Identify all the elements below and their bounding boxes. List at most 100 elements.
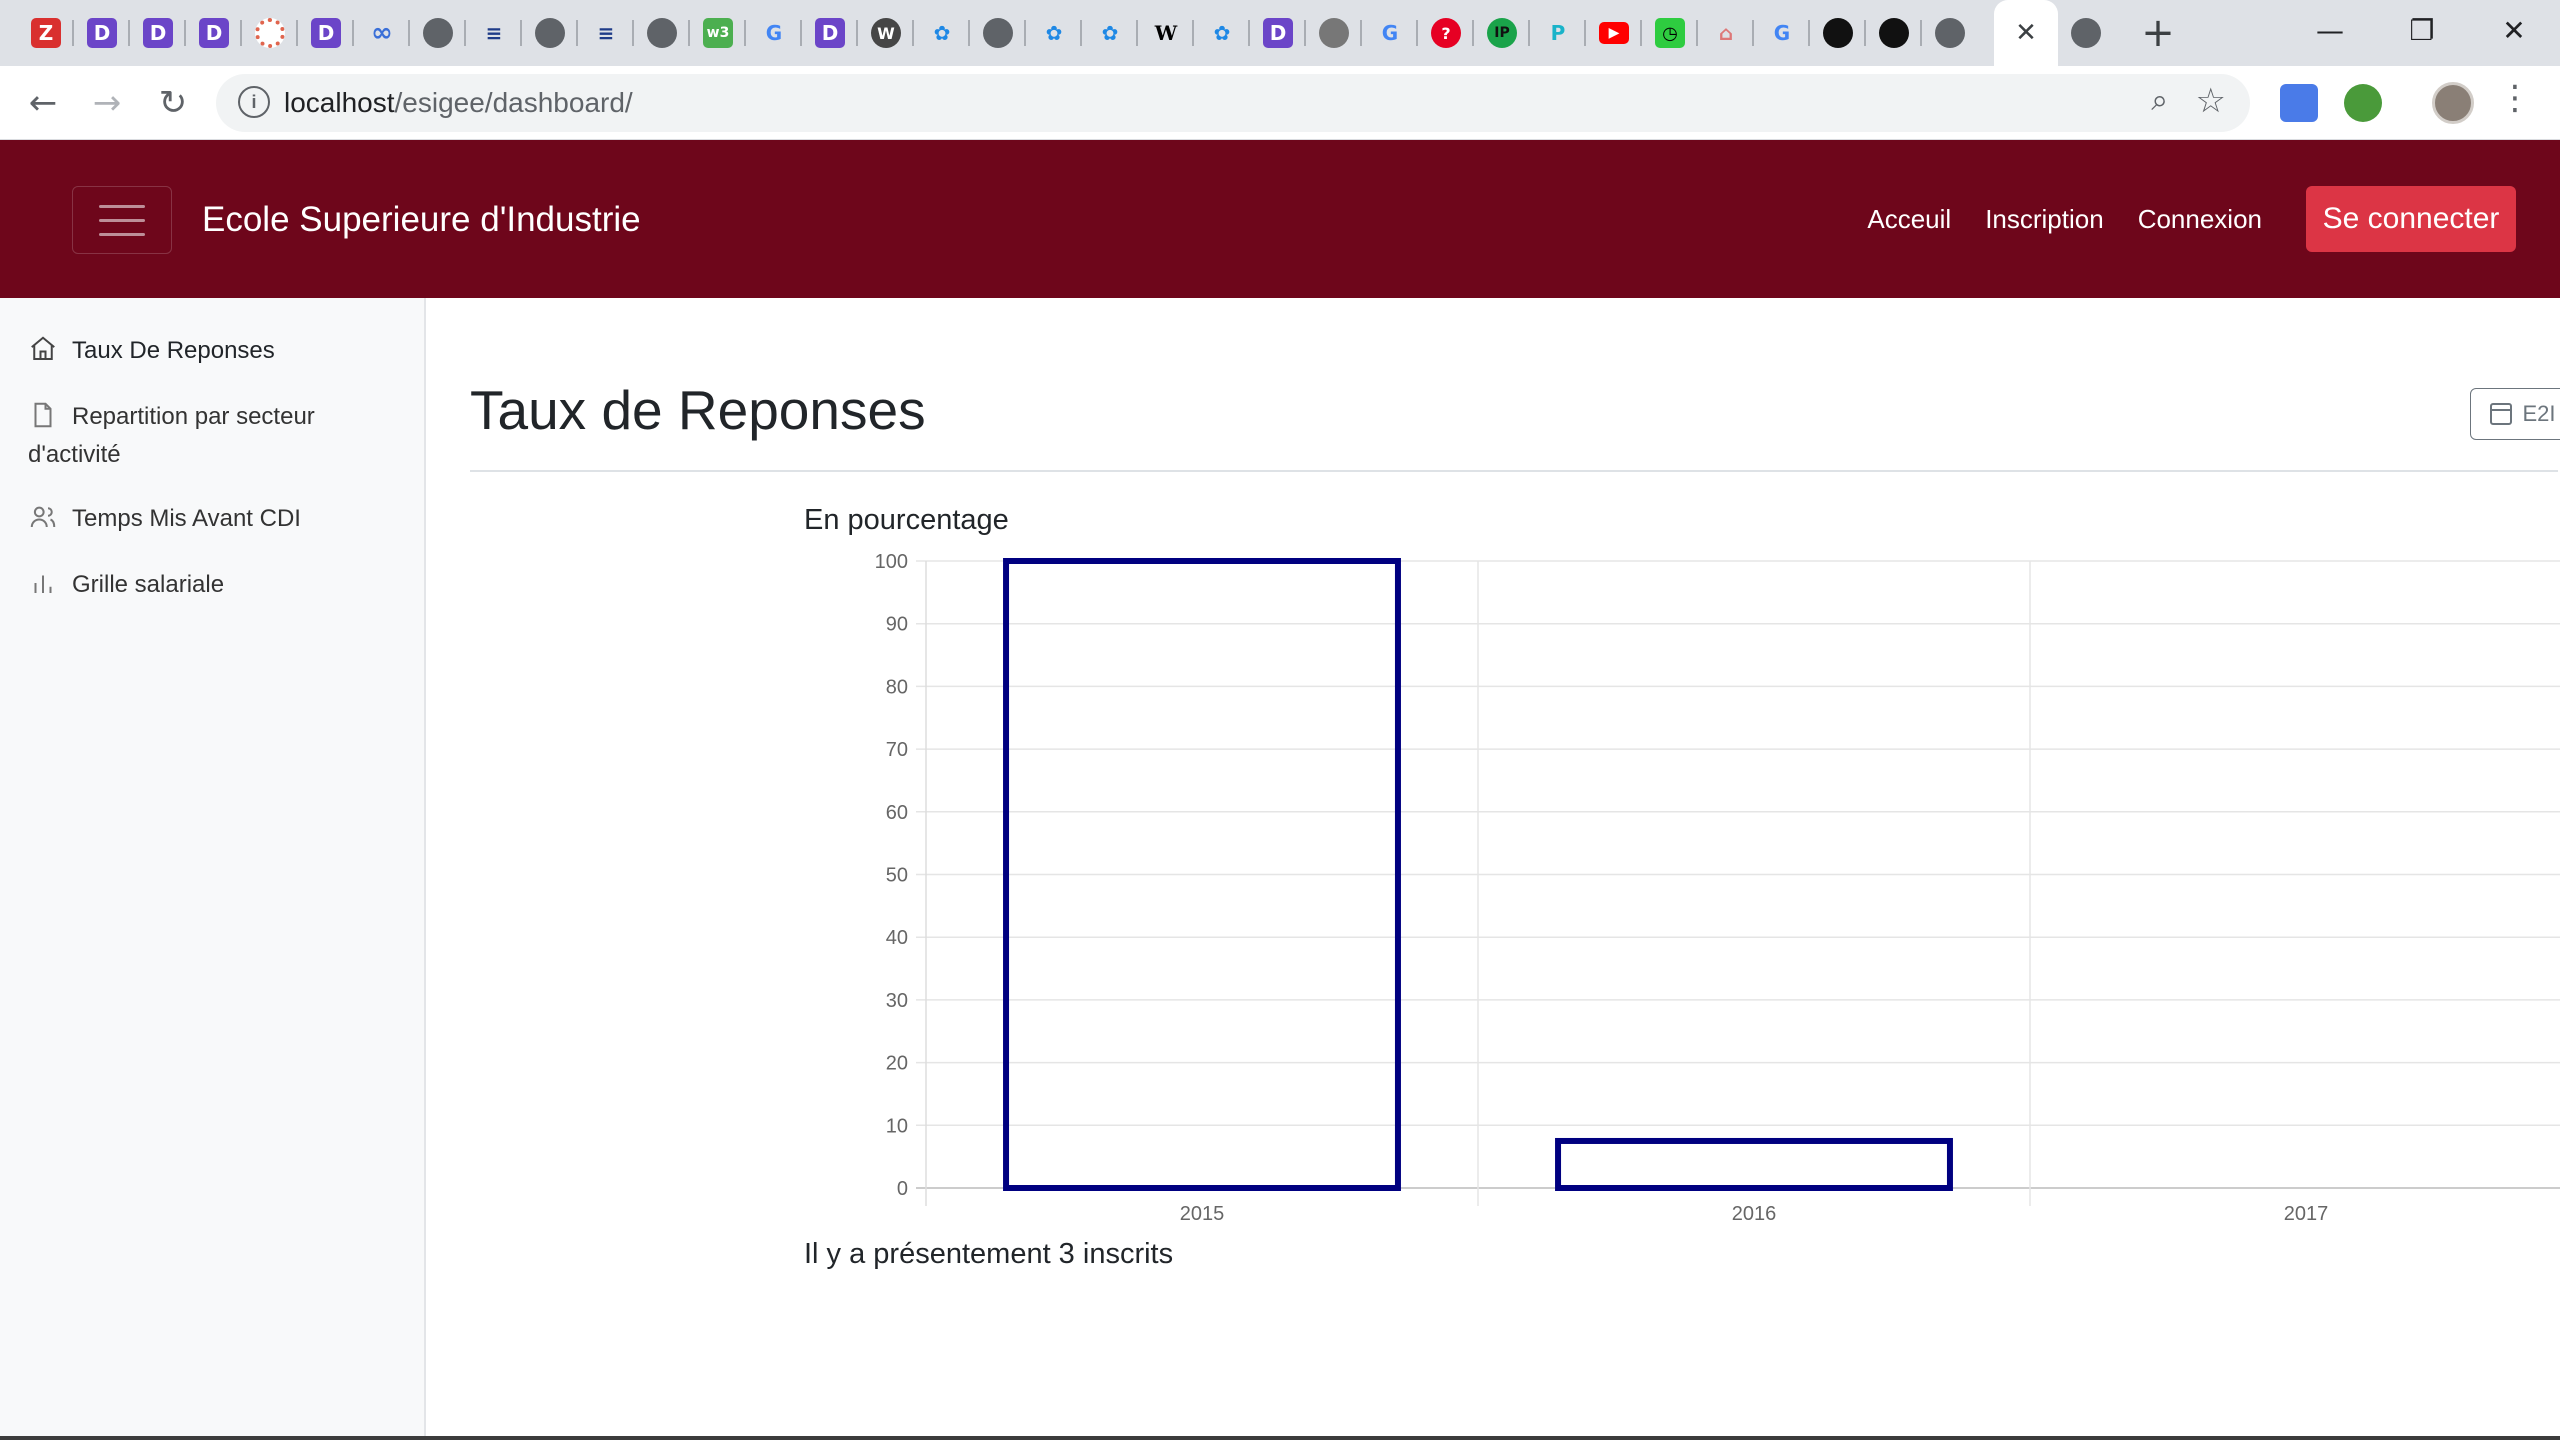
tab-octo-3[interactable]: ✿ (1082, 0, 1138, 66)
tab-p-app[interactable]: P (1530, 0, 1586, 66)
tab-d-app-2[interactable]: D (130, 0, 186, 66)
y-tick-label: 30 (886, 990, 908, 1012)
restore-button[interactable]: ❐ (2378, 0, 2466, 60)
tab-wikipedia[interactable]: W (1138, 0, 1194, 66)
users-icon (30, 506, 56, 528)
tab-globe-1[interactable] (410, 0, 466, 66)
tab-google-3[interactable]: G (1754, 0, 1810, 66)
sidebar: Taux De Reponses Repartition par secteur… (0, 298, 426, 1440)
nav-link-inscription[interactable]: Inscription (1985, 204, 2104, 235)
tab-d-app-1[interactable]: D (74, 0, 130, 66)
tab-globe-5[interactable] (1922, 0, 1978, 66)
forward-arrow-icon[interactable]: → (82, 78, 132, 128)
address-bar[interactable]: i localhost/esigee/dashboard/ ⌕ ☆ (216, 74, 2250, 132)
sidebar-item-temps-cdi[interactable]: Temps Mis Avant CDI (28, 500, 398, 538)
site-info-icon[interactable]: i (238, 86, 270, 118)
tab-stack-1[interactable]: ≡ (466, 0, 522, 66)
tab-octo-1[interactable]: ✿ (914, 0, 970, 66)
tab-octo-2[interactable]: ✿ (1026, 0, 1082, 66)
tab-globe-3[interactable] (634, 0, 690, 66)
tab-d-app-5[interactable]: D (802, 0, 858, 66)
tab-w3[interactable]: w3 (690, 0, 746, 66)
reload-icon[interactable]: ↻ (148, 78, 198, 128)
sidebar-item-label: Temps Mis Avant CDI (72, 505, 301, 532)
address-url[interactable]: localhost/esigee/dashboard/ (284, 87, 633, 119)
tab-pin[interactable]: ? (1418, 0, 1474, 66)
tab-disc[interactable] (1306, 0, 1362, 66)
y-tick-label: 50 (886, 865, 908, 887)
title-divider (470, 470, 2558, 472)
nav-link-connexion[interactable]: Connexion (2138, 204, 2262, 235)
tab-d-app-4[interactable]: D (298, 0, 354, 66)
nav-link-acceuil[interactable]: Acceuil (1867, 204, 1951, 235)
tab-temple[interactable]: ⌂ (1698, 0, 1754, 66)
browser-menu-icon[interactable]: ⋮ (2498, 78, 2532, 118)
calendar-icon (2490, 403, 2513, 425)
x-tick-label: 2017 (2284, 1203, 2329, 1225)
tab-globe-4[interactable] (970, 0, 1026, 66)
home-icon (31, 336, 55, 360)
tab-globe-6[interactable] (2058, 0, 2114, 66)
y-tick-label: 80 (886, 676, 908, 698)
tab-timer[interactable]: ◷ (1642, 0, 1698, 66)
tab-stack-2[interactable]: ≡ (578, 0, 634, 66)
x-tick-label: 2015 (1180, 1203, 1225, 1225)
nav-links: Acceuil Inscription Connexion (1867, 204, 2262, 235)
bookmark-star-icon[interactable]: ☆ (2196, 81, 2226, 121)
app-navbar: Ecole Superieure d'Industrie Acceuil Ins… (0, 140, 2560, 298)
tab-infinity[interactable]: ∞ (354, 0, 410, 66)
login-button[interactable]: Se connecter (2306, 186, 2516, 252)
sidebar-item-grille-salariale[interactable]: Grille salariale (28, 566, 398, 604)
sidebar-item-label: Taux De Reponses (72, 337, 275, 364)
y-tick-label: 100 (875, 551, 908, 573)
file-icon (34, 402, 52, 428)
y-tick-label: 20 (886, 1053, 908, 1075)
tab-octo-4[interactable]: ✿ (1194, 0, 1250, 66)
main-content: Taux de Reponses E2I En pourcentage 0 10 2… (428, 298, 2560, 1440)
tab-youtube[interactable]: ▶ (1586, 0, 1642, 66)
back-arrow-icon[interactable]: ← (18, 78, 68, 128)
tab-google-2[interactable]: G (1362, 0, 1418, 66)
browser-toolbar: ← → ↻ i localhost/esigee/dashboard/ ⌕ ☆ … (0, 66, 2560, 140)
y-tick-label: 60 (886, 802, 908, 824)
tab-globe-2[interactable] (522, 0, 578, 66)
sidebar-item-repartition[interactable]: Repartition par secteur d'activité (28, 398, 398, 474)
tab-active-dashboard[interactable]: ✕ (1994, 0, 2058, 66)
program-filter-dropdown[interactable]: E2I (2470, 388, 2560, 440)
tab-zotero[interactable]: Z (18, 0, 74, 66)
y-tick-label: 10 (886, 1115, 908, 1137)
sidebar-item-taux-reponses[interactable]: Taux De Reponses (28, 332, 398, 370)
taskbar-edge (0, 1436, 2560, 1440)
tab-wordpress[interactable]: W (858, 0, 914, 66)
y-tick-label: 0 (897, 1178, 908, 1200)
minimize-button[interactable]: — (2286, 0, 2374, 60)
url-path: /esigee/dashboard/ (394, 87, 633, 118)
translate-extension-icon[interactable] (2280, 84, 2318, 122)
tab-d-app-3[interactable]: D (186, 0, 242, 66)
hamburger-menu-icon[interactable] (72, 186, 172, 254)
url-host: localhost (284, 87, 395, 118)
page-title: Taux de Reponses (470, 379, 926, 441)
close-window-button[interactable]: ✕ (2470, 0, 2558, 60)
close-tab-icon[interactable]: ✕ (2015, 18, 2037, 48)
browser-tab-strip: Z D D D D ∞ ≡ ≡ w3 G D W ✿ ✿ ✿ W ✿ D G ?… (0, 0, 2560, 66)
program-filter-value: E2I (2522, 401, 2556, 426)
tab-google-1[interactable]: G (746, 0, 802, 66)
y-tick-label: 90 (886, 614, 908, 636)
sidebar-item-label: Grille salariale (72, 571, 225, 598)
x-tick-label: 2016 (1732, 1203, 1777, 1225)
chart-heading: En pourcentage (804, 504, 1009, 536)
tab-github-1[interactable] (1810, 0, 1866, 66)
bar-2016 (1555, 1137, 1953, 1191)
tab-d-app-6[interactable]: D (1250, 0, 1306, 66)
globe-extension-icon[interactable] (2344, 84, 2382, 122)
profile-avatar[interactable] (2432, 82, 2474, 124)
new-tab-button[interactable]: + (2132, 0, 2184, 66)
y-tick-label: 70 (886, 739, 908, 761)
tab-donut[interactable] (242, 0, 298, 66)
brand-title[interactable]: Ecole Superieure d'Industrie (202, 200, 641, 240)
zoom-icon[interactable]: ⌕ (2151, 83, 2168, 118)
tab-ip[interactable]: IP (1474, 0, 1530, 66)
response-rate-chart: 0 10 20 30 40 50 60 70 80 90 100 2015 2016 2017 (875, 551, 2560, 1225)
tab-github-2[interactable] (1866, 0, 1922, 66)
